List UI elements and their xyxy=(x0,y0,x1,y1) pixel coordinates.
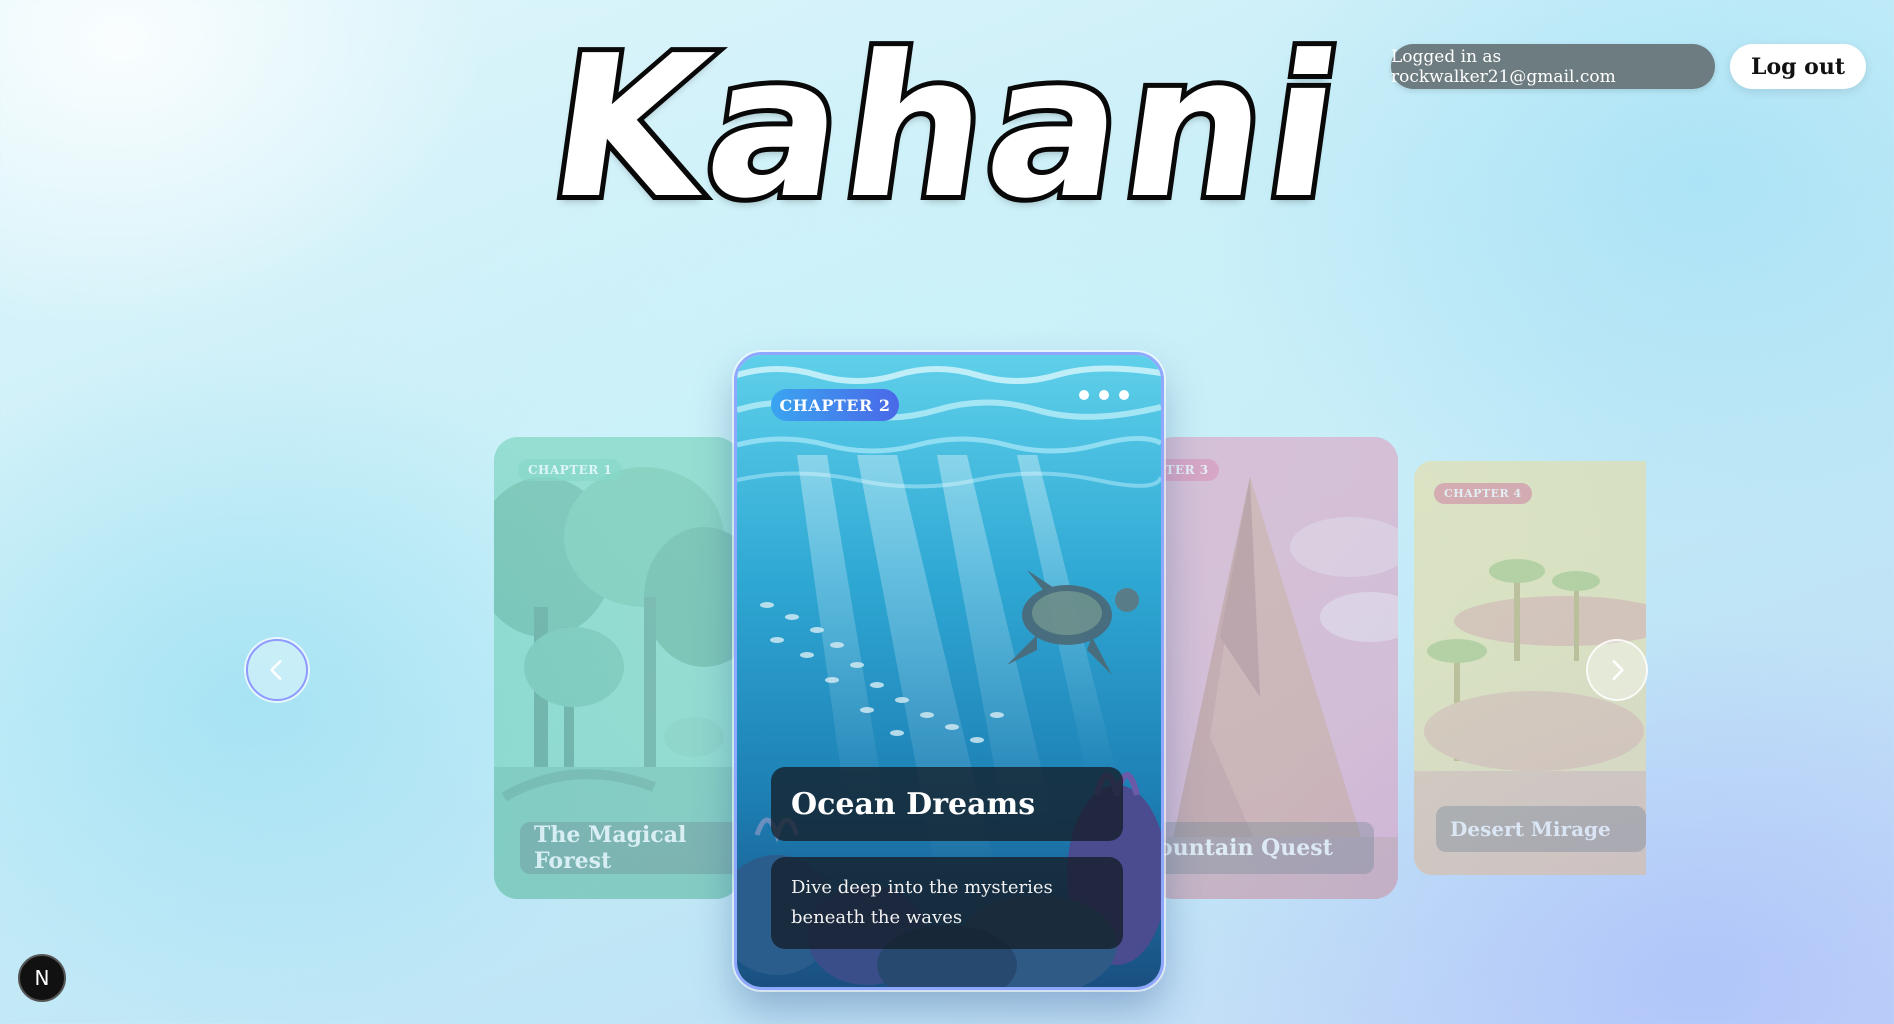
card-description: Dive deep into the mysteries beneath the… xyxy=(771,857,1123,949)
login-status: Logged in as rockwalker21@gmail.com xyxy=(1391,44,1715,89)
chapter-badge: CHAPTER 1 xyxy=(518,459,623,481)
chapter-badge: CHAPTER 4 xyxy=(1434,483,1532,504)
carousel-next-button[interactable] xyxy=(1586,639,1648,701)
more-dots-icon[interactable] xyxy=(1079,385,1129,405)
dev-indicator-badge[interactable]: N xyxy=(18,954,66,1002)
logout-button[interactable]: Log out xyxy=(1730,44,1866,89)
chevron-right-icon xyxy=(1612,660,1624,680)
chevron-left-icon xyxy=(270,660,282,680)
card-title: The Magical Forest xyxy=(520,822,740,874)
card-title: Ocean Dreams xyxy=(771,767,1123,841)
chapter-badge: CHAPTER 2 xyxy=(771,389,899,421)
card-chapter-1[interactable]: CHAPTER 1 The Magical Forest xyxy=(494,437,740,899)
card-title: Desert Mirage xyxy=(1436,806,1646,852)
carousel-prev-button[interactable] xyxy=(246,639,308,701)
card-chapter-3[interactable]: PTER 3 ountain Quest xyxy=(1150,437,1398,899)
card-chapter-2[interactable]: CHAPTER 2 Ocean Dreams Dive deep into th… xyxy=(734,352,1164,990)
card-title: ountain Quest xyxy=(1150,822,1374,874)
